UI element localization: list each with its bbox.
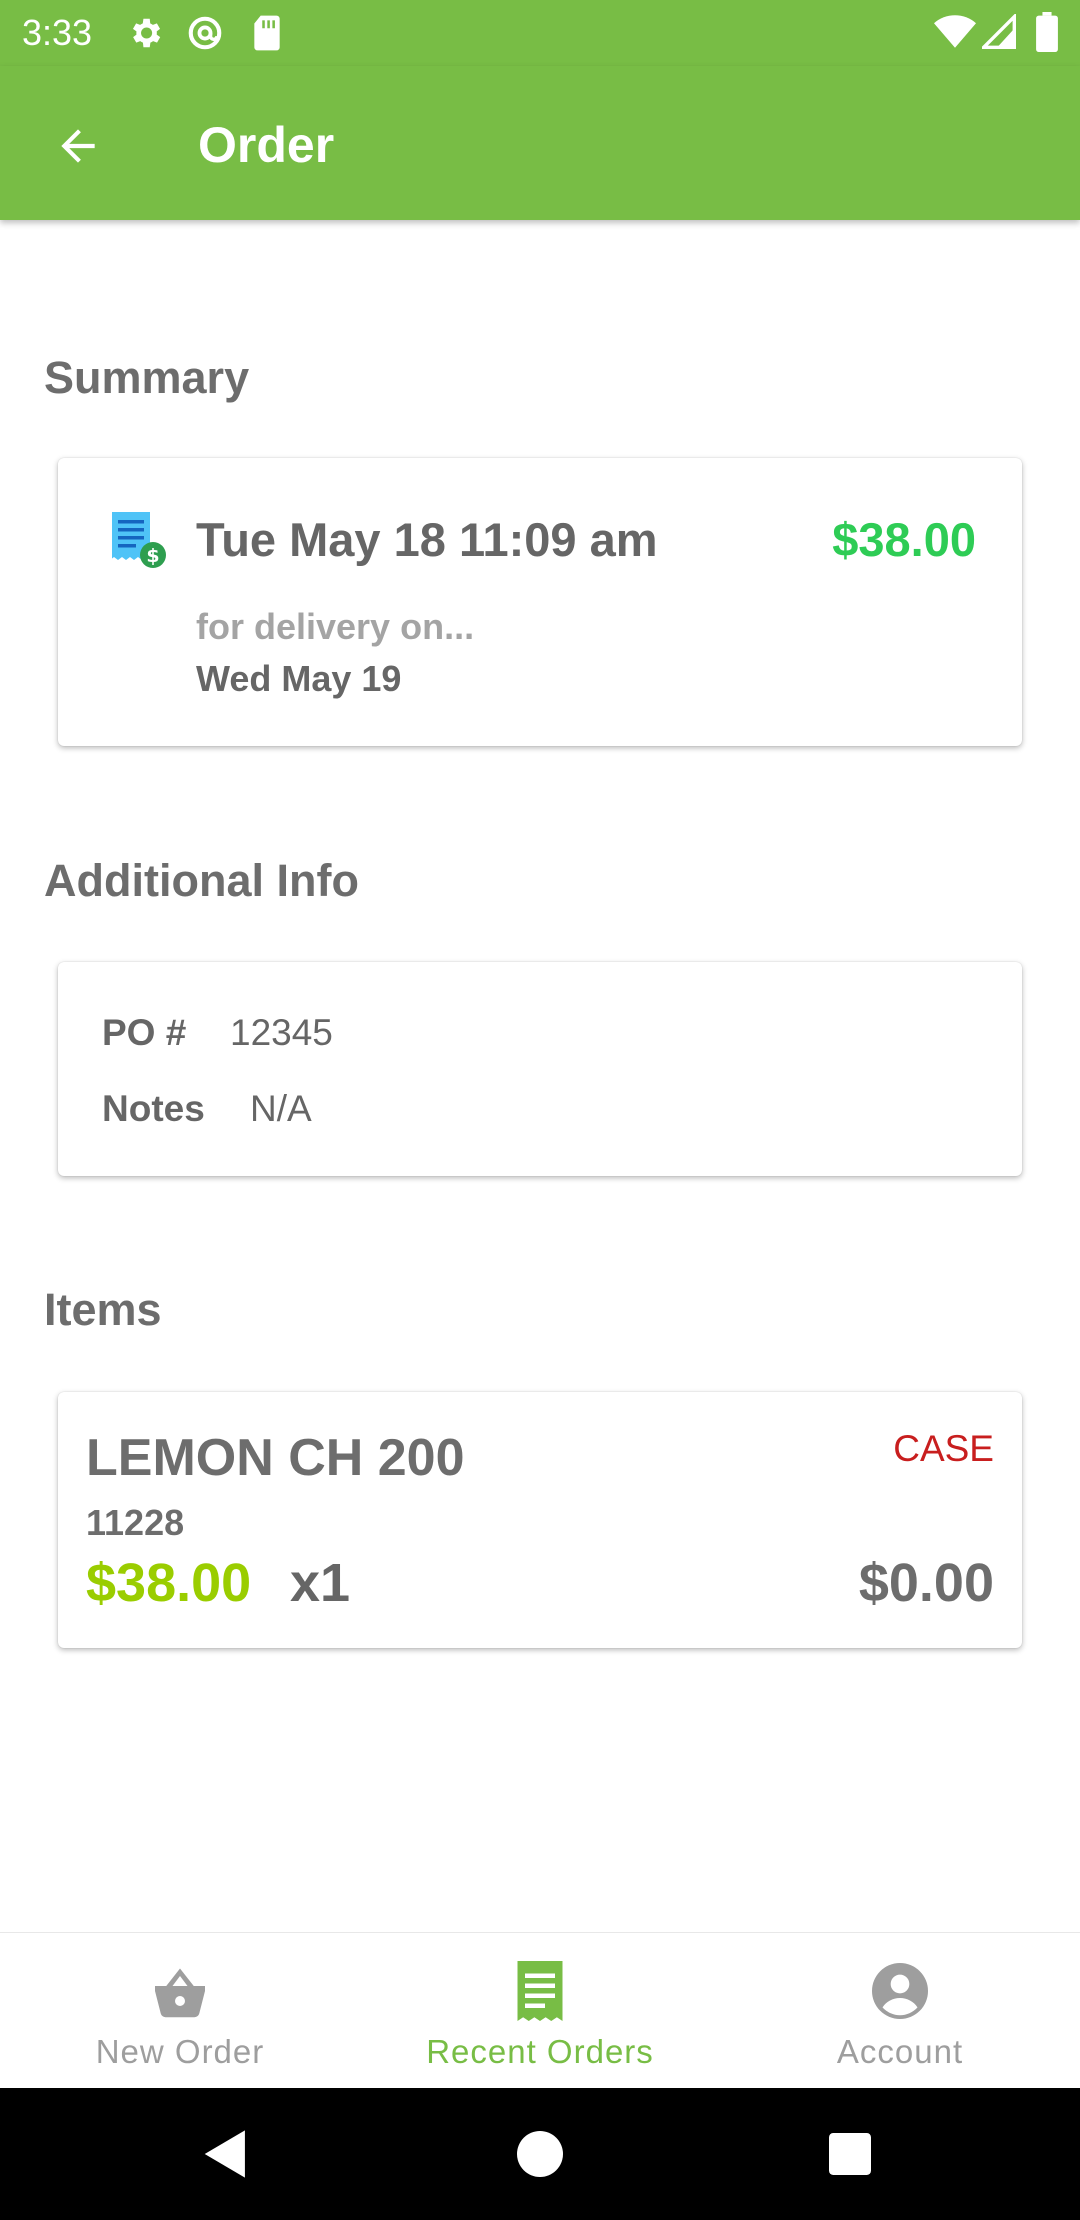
nav-item-recent-orders[interactable]: Recent Orders	[360, 1933, 720, 2089]
po-value: 12345	[230, 1012, 333, 1053]
item-unit: CASE	[893, 1428, 994, 1469]
system-back-button[interactable]	[190, 2118, 262, 2190]
bottom-navigation: New Order Recent Orders Account	[0, 1932, 1080, 2088]
signal-icon	[979, 12, 1016, 55]
page-title: Order	[198, 117, 335, 173]
additional-info-card: PO # 12345 Notes N/A	[58, 962, 1022, 1176]
nav-label-account: Account	[836, 2033, 964, 2070]
item-price: $38.00	[86, 1553, 252, 1613]
back-button[interactable]	[42, 110, 114, 182]
po-label: PO #	[102, 1012, 187, 1053]
item-quantity: x1	[290, 1553, 351, 1613]
triangle-back-icon	[204, 2130, 245, 2178]
item-line-total: $0.00	[858, 1553, 994, 1613]
basket-icon	[150, 1961, 210, 2021]
order-total: $38.00	[832, 513, 976, 566]
square-recents-icon	[829, 2133, 871, 2175]
nav-label-new-order: New Order	[95, 2033, 265, 2070]
wifi-icon	[934, 14, 976, 55]
system-recents-button[interactable]	[814, 2118, 886, 2190]
nav-item-account[interactable]: Account	[720, 1933, 1080, 2089]
battery-icon	[1036, 12, 1058, 57]
order-date: Tue May 18 11:09 am	[196, 513, 658, 566]
summary-section-title: Summary	[44, 352, 250, 403]
at-sign-icon	[186, 14, 224, 57]
notes-value: N/A	[250, 1088, 312, 1129]
item-code: 11228	[86, 1502, 185, 1543]
item-name: LEMON CH 200	[86, 1429, 465, 1487]
nav-label-recent-orders: Recent Orders	[426, 2033, 654, 2070]
delivery-label: for delivery on...	[196, 606, 475, 647]
status-time: 3:33	[22, 12, 93, 53]
arrow-left-icon	[61, 129, 95, 163]
receipt-icon	[510, 1961, 570, 2021]
system-home-button[interactable]	[504, 2118, 576, 2190]
items-section-title: Items	[44, 1284, 162, 1335]
additional-info-section-title: Additional Info	[44, 855, 359, 906]
sd-card-icon	[250, 14, 284, 57]
delivery-date: Wed May 19	[196, 658, 402, 699]
account-circle-icon	[870, 1961, 930, 2021]
order-summary-card[interactable]: $ Tue May 18 11:09 am $38.00 for deliver…	[58, 458, 1022, 746]
circle-home-icon	[517, 2131, 563, 2177]
receipt-dollar-icon: $	[110, 510, 168, 575]
list-item[interactable]: LEMON CH 200 CASE 11228 $38.00 x1 $0.00	[58, 1392, 1022, 1648]
settings-icon	[126, 14, 164, 57]
notes-label: Notes	[102, 1088, 205, 1129]
status-bar: 3:33	[0, 0, 1080, 66]
system-navigation-bar	[0, 2088, 1080, 2220]
app-bar: Order	[0, 66, 1080, 220]
svg-text:$: $	[146, 545, 159, 567]
nav-item-new-order[interactable]: New Order	[0, 1933, 360, 2089]
